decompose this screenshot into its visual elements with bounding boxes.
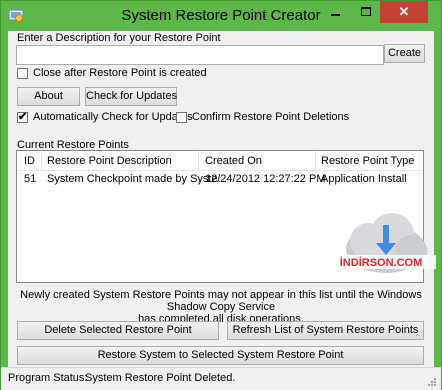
list-note: Newly created System Restore Points may … <box>8 289 434 325</box>
create-button[interactable]: Create <box>384 44 425 63</box>
confirm-delete-checkbox[interactable] <box>176 112 187 123</box>
maximize-button[interactable] <box>352 1 379 23</box>
about-button[interactable]: About <box>17 87 80 106</box>
column-divider[interactable] <box>198 151 199 170</box>
delete-restore-point-button[interactable]: Delete Selected Restore Point <box>17 321 219 340</box>
app-window: System Restore Point Creator ✕ Enter a D… <box>0 0 442 390</box>
row-created: 12/24/2012 12:27:22 PM <box>205 173 326 185</box>
column-header-created[interactable]: Created On <box>205 155 262 167</box>
auto-check-checkbox[interactable]: ✔ <box>17 111 28 123</box>
watermark-logo: İNDİRSON.COM <box>326 213 436 273</box>
status-bar: Program Status: System Restore Point Del… <box>1 367 441 390</box>
status-value: System Restore Point Deleted. <box>85 372 236 384</box>
close-button[interactable]: ✕ <box>380 1 428 23</box>
list-row[interactable]: 51 System Checkpoint made by Syste... 12… <box>17 170 423 187</box>
resize-grip-icon[interactable] <box>427 377 437 387</box>
close-after-label[interactable]: Close after Restore Point is created <box>33 67 207 79</box>
main-panel: Enter a Description for your Restore Poi… <box>8 31 436 367</box>
title-bar[interactable]: System Restore Point Creator ✕ <box>1 1 441 31</box>
column-divider[interactable] <box>41 151 42 170</box>
column-header-id[interactable]: ID <box>24 155 35 167</box>
restore-system-button[interactable]: Restore System to Selected System Restor… <box>17 346 424 365</box>
watermark-text: İNDİRSON.COM <box>340 256 423 269</box>
row-description: System Checkpoint made by Syste... <box>47 173 227 185</box>
refresh-list-button[interactable]: Refresh List of System Restore Points <box>227 321 424 340</box>
column-header-type[interactable]: Restore Point Type <box>321 155 414 167</box>
description-input[interactable] <box>16 45 384 65</box>
check-mark-icon: ✔ <box>18 111 28 123</box>
minimize-button[interactable] <box>321 1 351 23</box>
list-note-line: Newly created System Restore Points may … <box>20 289 422 313</box>
column-header-description[interactable]: Restore Point Description <box>47 155 172 167</box>
column-divider[interactable] <box>315 151 316 170</box>
status-label: Program Status: <box>8 372 88 384</box>
check-updates-button[interactable]: Check for Updates <box>85 87 177 106</box>
description-label: Enter a Description for your Restore Poi… <box>17 32 221 44</box>
row-id: 51 <box>24 173 37 185</box>
confirm-delete-label[interactable]: Confirm Restore Point Deletions <box>192 111 349 123</box>
auto-check-label[interactable]: Automatically Check for Updates <box>33 111 193 123</box>
list-header: ID Restore Point Description Created On … <box>17 151 423 171</box>
close-after-checkbox[interactable] <box>17 68 28 79</box>
row-type: Application Install <box>321 173 407 185</box>
